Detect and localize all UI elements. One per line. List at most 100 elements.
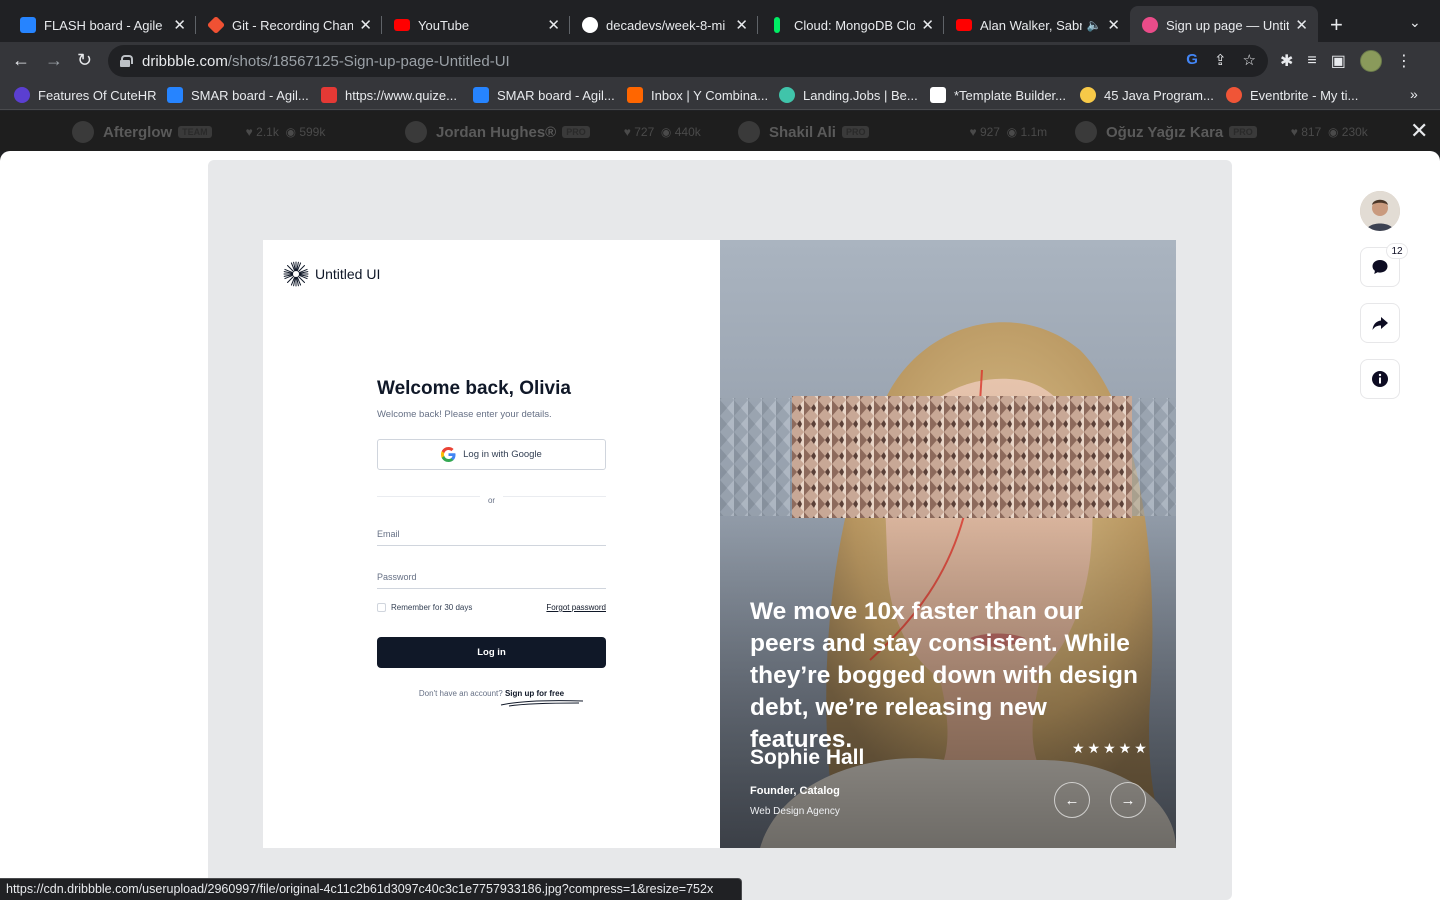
designer-badge: PRO: [562, 126, 590, 138]
designer-card[interactable]: Shakil Ali PRO ♥ 927 ◉ 1.1m: [738, 121, 1047, 143]
google-icon[interactable]: G: [1186, 51, 1198, 69]
comment-bubble-icon: [1372, 260, 1388, 274]
prev-testimonial-button[interactable]: ←: [1054, 782, 1090, 818]
eventbrite-icon: [1226, 87, 1242, 103]
forgot-password-link[interactable]: Forgot password: [546, 603, 606, 612]
share-icon[interactable]: ⇪: [1214, 51, 1227, 69]
tab-title: YouTube: [418, 17, 470, 33]
likes-count: 2.1k: [256, 125, 279, 139]
brand-name: Untitled UI: [315, 266, 381, 282]
github-icon: [582, 17, 598, 33]
tab-dribbble-active[interactable]: Sign up page — Untitl ✕: [1130, 6, 1318, 44]
forward-arrow-icon[interactable]: →: [45, 50, 63, 71]
bookmark-item[interactable]: Inbox | Y Combina...: [627, 85, 768, 105]
views-count: 230k: [1341, 125, 1368, 139]
bookmark-label: Landing.Jobs | Be...: [803, 87, 918, 103]
designer-strip: Afterglow TEAM ♥ 2.1k ◉ 599k Jordan Hugh…: [0, 111, 1440, 151]
close-tab-icon[interactable]: ✕: [1295, 16, 1308, 34]
close-tab-icon[interactable]: ✕: [1107, 16, 1120, 34]
new-tab-button[interactable]: +: [1330, 12, 1343, 38]
close-tab-icon[interactable]: ✕: [921, 16, 934, 34]
bookmark-item[interactable]: SMAR board - Agil...: [473, 85, 615, 105]
password-field[interactable]: Password: [377, 567, 606, 589]
bookmark-item[interactable]: Landing.Jobs | Be...: [779, 85, 918, 105]
tab-title: Git - Recording Chang: [232, 17, 354, 33]
quizizz-icon: [321, 87, 337, 103]
designer-name: Oğuz Yağız Kara: [1106, 123, 1224, 141]
tab-alan-walker[interactable]: Alan Walker, Sabr 🔈 ✕: [944, 6, 1130, 44]
tab-git[interactable]: Git - Recording Chang ✕: [196, 6, 382, 44]
share-button[interactable]: [1360, 303, 1400, 343]
media-queue-icon[interactable]: ≡: [1307, 52, 1316, 70]
tab-github[interactable]: decadevs/week-8-mi ✕: [570, 6, 758, 44]
tab-search-chevron-icon[interactable]: ⌄: [1409, 14, 1421, 31]
bookmark-label: SMAR board - Agil...: [497, 87, 615, 103]
remember-checkbox[interactable]: Remember for 30 days: [377, 603, 472, 612]
info-icon: [1372, 371, 1388, 387]
share-arrow-icon: [1372, 317, 1388, 330]
designer-card[interactable]: Jordan Hughes® PRO ♥ 727 ◉ 440k: [405, 121, 701, 143]
checkbox-box[interactable]: [377, 603, 386, 612]
extensions-puzzle-icon[interactable]: ✱: [1280, 51, 1293, 71]
designer-card[interactable]: Oğuz Yağız Kara PRO ♥ 817 ◉ 230k: [1075, 121, 1368, 143]
likes-count: 727: [634, 125, 655, 139]
close-tab-icon[interactable]: ✕: [359, 16, 372, 34]
bookmark-item[interactable]: *Template Builder...: [930, 85, 1066, 105]
address-bar[interactable]: dribbble.com/shots/18567125-Sign-up-page…: [108, 45, 1268, 77]
bookmark-item[interactable]: SMAR board - Agil...: [167, 85, 309, 105]
close-tab-icon[interactable]: ✕: [735, 16, 748, 34]
dribbble-icon: [1142, 17, 1158, 33]
views-count: 1.1m: [1020, 125, 1048, 139]
google-button-label: Log in with Google: [463, 449, 542, 460]
google-g-icon: [441, 447, 456, 462]
close-tab-icon[interactable]: ✕: [547, 16, 560, 34]
welcome-heading: Welcome back, Olivia: [377, 378, 571, 399]
tab-youtube[interactable]: YouTube ✕: [382, 6, 570, 44]
login-button-label: Log in: [477, 647, 506, 658]
login-button[interactable]: Log in: [377, 637, 606, 668]
reload-icon[interactable]: ↻: [77, 50, 92, 71]
lock-icon[interactable]: [120, 55, 133, 67]
avatar: [405, 121, 427, 143]
tab-flash-board[interactable]: FLASH board - Agile b ✕: [0, 6, 196, 44]
google-login-button[interactable]: Log in with Google: [377, 439, 606, 470]
bookmark-item[interactable]: https://www.quize...: [321, 85, 457, 105]
jira-icon: [20, 17, 36, 33]
designer-card[interactable]: Afterglow TEAM ♥ 2.1k ◉ 599k: [72, 121, 325, 143]
designer-badge: TEAM: [178, 126, 212, 138]
close-tab-icon[interactable]: ✕: [173, 16, 186, 34]
bookmark-star-icon[interactable]: ☆: [1243, 51, 1256, 69]
jira-icon: [473, 87, 489, 103]
likes-count: 927: [979, 125, 1000, 139]
profile-avatar[interactable]: [1359, 50, 1382, 72]
bookmark-item[interactable]: Features Of CuteHR: [14, 85, 157, 105]
remember-label: Remember for 30 days: [391, 603, 473, 612]
side-panel-icon[interactable]: ▣: [1331, 51, 1346, 71]
back-arrow-icon[interactable]: ←: [12, 50, 30, 71]
more-bookmarks-chevron-icon[interactable]: »: [1410, 86, 1418, 102]
tab-title: Alan Walker, Sabr: [980, 17, 1083, 33]
avatar: [72, 121, 94, 143]
email-field[interactable]: Email: [377, 524, 606, 546]
speaker-icon[interactable]: 🔈: [1086, 18, 1101, 32]
bookmark-item[interactable]: 45 Java Program...: [1080, 85, 1214, 105]
designer-avatar[interactable]: [1360, 191, 1400, 231]
details-button[interactable]: [1360, 359, 1400, 399]
arrow-left-icon: ←: [1064, 791, 1080, 809]
url-domain: dribbble.com: [142, 52, 228, 70]
kebab-menu-icon[interactable]: ⋮: [1396, 51, 1412, 71]
tab-title: FLASH board - Agile b: [44, 17, 168, 33]
bookmark-item[interactable]: Eventbrite - My ti...: [1226, 85, 1358, 105]
shot-image[interactable]: Untitled UI Welcome back, Olivia Welcome…: [263, 240, 1176, 848]
testimonial-role: Founder, Catalog: [750, 785, 840, 797]
git-icon: [206, 15, 226, 35]
login-panel: Untitled UI Welcome back, Olivia Welcome…: [263, 240, 720, 848]
landing-jobs-icon: [779, 87, 795, 103]
tab-title: Cloud: MongoDB Clou: [794, 17, 916, 33]
ycombinator-icon: [627, 87, 643, 103]
next-testimonial-button[interactable]: →: [1110, 782, 1146, 818]
designer-name: Jordan Hughes®: [436, 123, 557, 141]
views-count: 599k: [299, 125, 326, 139]
close-overlay-icon[interactable]: ✕: [1410, 118, 1428, 144]
tab-mongodb[interactable]: Cloud: MongoDB Clou ✕: [758, 6, 944, 44]
